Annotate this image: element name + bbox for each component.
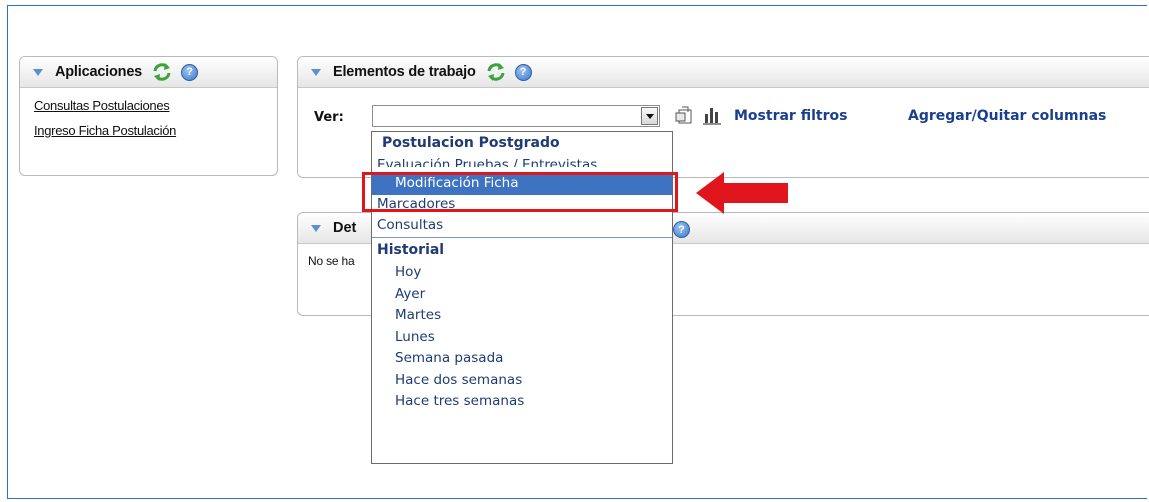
highlight-box	[362, 172, 678, 212]
option-martes[interactable]: Martes	[372, 305, 672, 327]
link-ingreso-ficha-postulacion[interactable]: Ingreso Ficha Postulación	[34, 123, 277, 138]
option-semana-pasada[interactable]: Semana pasada	[372, 348, 672, 370]
group-postulacion-postgrado: Postulacion Postgrado	[382, 135, 560, 151]
option-hace-dos-semanas[interactable]: Hace dos semanas	[372, 370, 672, 392]
add-remove-columns-link[interactable]: Agregar/Quitar columnas	[908, 108, 1106, 124]
show-filters-link[interactable]: Mostrar filtros	[734, 108, 847, 124]
ver-label: Ver:	[314, 110, 344, 125]
option-lunes[interactable]: Lunes	[372, 327, 672, 349]
left-arrow-icon	[696, 172, 788, 214]
option-evaluacion-pruebas[interactable]: Evaluación Pruebas / Entrevistas	[372, 155, 672, 167]
work-items-title: Elementos de trabajo	[333, 64, 476, 80]
chart-icon[interactable]	[702, 104, 722, 126]
dropdown-separator	[372, 237, 672, 238]
chevron-down-icon[interactable]	[641, 107, 658, 125]
refresh-icon[interactable]	[152, 62, 172, 82]
applications-panel: Aplicaciones ? Consultas Postulaciones I…	[19, 56, 278, 176]
applications-header: Aplicaciones ?	[20, 57, 277, 88]
applications-title: Aplicaciones	[55, 64, 143, 80]
option-hoy[interactable]: Hoy	[372, 262, 672, 284]
view-select[interactable]	[372, 105, 660, 127]
link-consultas-postulaciones[interactable]: Consultas Postulaciones	[34, 98, 277, 113]
option-hace-tres-semanas[interactable]: Hace tres semanas	[372, 391, 672, 413]
help-icon[interactable]: ?	[181, 63, 199, 81]
work-items-header: Elementos de trabajo ?	[298, 57, 1149, 88]
collapse-triangle-icon[interactable]	[311, 68, 321, 76]
collapse-triangle-icon[interactable]	[33, 68, 43, 76]
help-icon[interactable]: ?	[514, 63, 532, 81]
help-icon[interactable]: ?	[673, 221, 690, 238]
group-historial: Historial	[377, 242, 445, 258]
collapse-triangle-icon[interactable]	[311, 224, 321, 232]
export-icon[interactable]	[674, 104, 694, 126]
details-title: Det	[333, 220, 357, 236]
option-consultas[interactable]: Consultas	[372, 215, 672, 237]
refresh-icon[interactable]	[486, 62, 506, 82]
option-ayer[interactable]: Ayer	[372, 284, 672, 306]
